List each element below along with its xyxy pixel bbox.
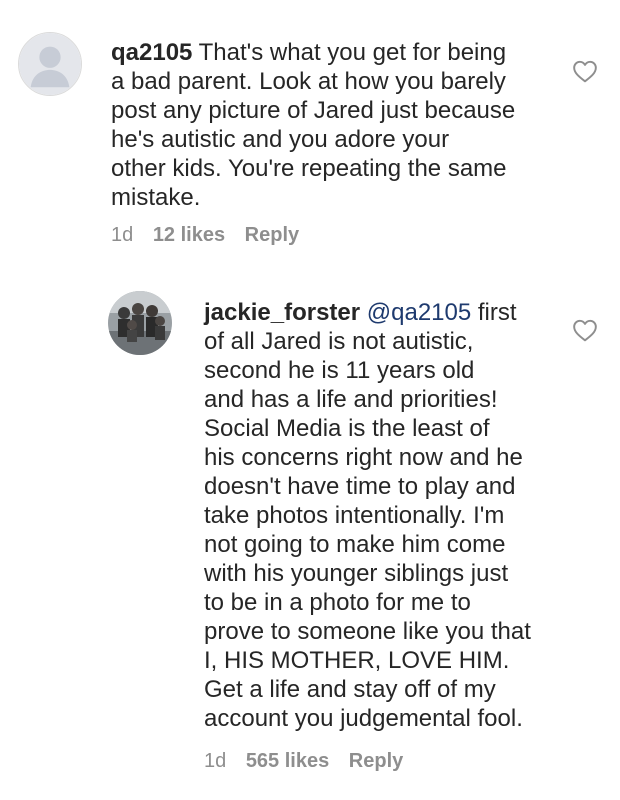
comment-username[interactable]: qa2105 (111, 39, 192, 66)
likes-count[interactable]: 565 likes (246, 750, 329, 772)
mention-link[interactable]: @qa2105 (367, 299, 471, 326)
reply-button[interactable]: Reply (349, 750, 403, 772)
reply-username[interactable]: jackie_forster (204, 299, 360, 326)
family-photo-avatar[interactable] (108, 291, 172, 355)
like-heart-icon[interactable] (572, 59, 598, 83)
comment-text: qa2105 That's what you get for being a b… (111, 39, 516, 211)
reply-text: jackie_forster @qa2105 first of all Jare… (204, 299, 531, 732)
like-heart-icon[interactable] (572, 318, 598, 342)
reply-meta: 1d 565 likes Reply (204, 750, 417, 773)
reply-button[interactable]: Reply (245, 224, 299, 246)
likes-count[interactable]: 12 likes (153, 224, 225, 246)
reply-time: 1d (204, 750, 227, 772)
default-avatar-icon[interactable] (18, 32, 82, 96)
comment-time: 1d (111, 224, 134, 246)
comment-meta: 1d 12 likes Reply (111, 224, 313, 247)
